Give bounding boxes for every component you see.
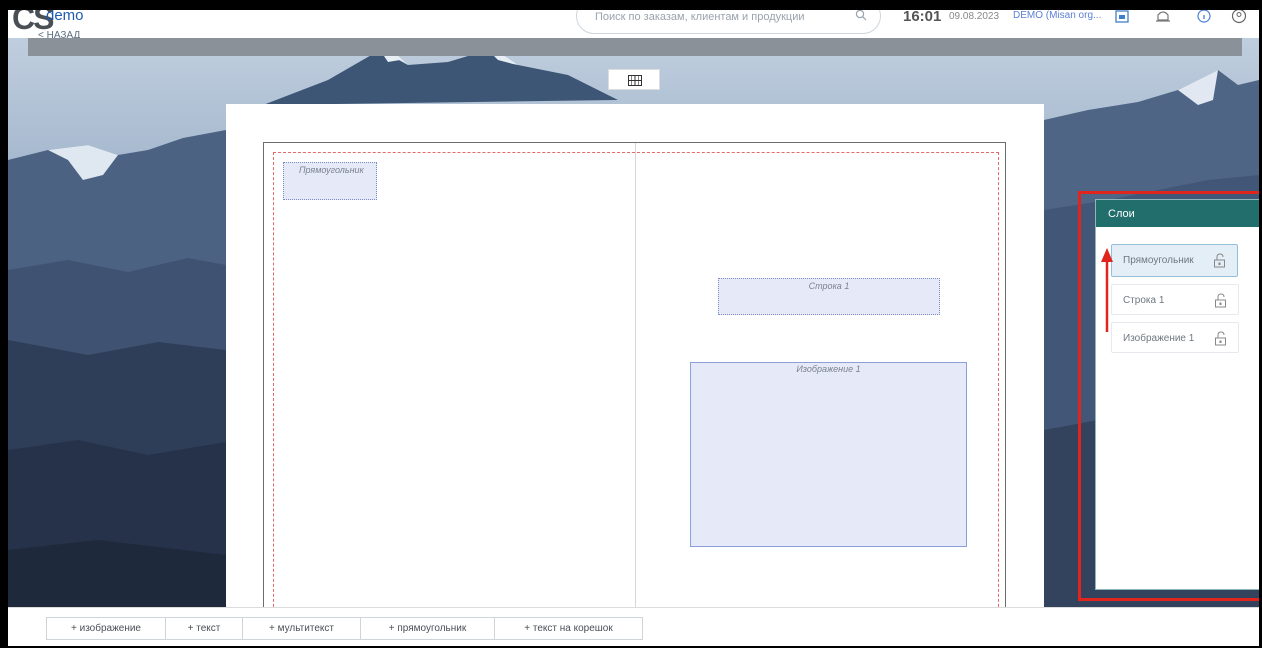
grid-toggle-button[interactable] <box>608 69 660 90</box>
bottom-toolbar: + изображение + текст + мультитекст + пр… <box>8 607 1259 646</box>
clock-date: 09.08.2023 <box>949 11 1000 22</box>
object-label: Прямоугольник <box>299 165 364 175</box>
clock-time: 16:01 <box>903 10 942 25</box>
brand-name: demo <box>46 10 84 24</box>
canvas-object-text-line[interactable]: Строка 1 <box>718 278 940 315</box>
add-rectangle-button[interactable]: + прямоугольник <box>360 617 495 640</box>
search-icon[interactable] <box>855 10 867 21</box>
add-multitext-button[interactable]: + мультитекст <box>242 617 361 640</box>
sub-toolbar-strip <box>28 38 1242 56</box>
book-spread[interactable]: Прямоугольник Строка 1 Изображение 1 <box>263 142 1006 622</box>
screen-icon[interactable] <box>1113 10 1131 24</box>
user-account-link[interactable]: DEMO (Misan org... <box>1013 10 1101 21</box>
object-label: Строка 1 <box>808 281 850 291</box>
info-icon[interactable] <box>1195 10 1213 24</box>
top-bar: CS demo < НАЗАД Поиск по заказам, клиент… <box>8 10 1259 41</box>
editor-page: Прямоугольник Строка 1 Изображение 1 <box>226 104 1044 622</box>
search-placeholder: Поиск по заказам, клиентам и продукции <box>595 11 805 23</box>
add-image-button[interactable]: + изображение <box>46 617 166 640</box>
app-window: CS demo < НАЗАД Поиск по заказам, клиент… <box>8 10 1259 646</box>
object-label: Изображение 1 <box>796 364 861 374</box>
account-icon[interactable] <box>1230 10 1248 24</box>
canvas-object-rectangle[interactable]: Прямоугольник <box>283 162 377 200</box>
canvas-object-image[interactable]: Изображение 1 <box>690 362 967 547</box>
grid-icon <box>628 75 642 86</box>
annotation-arrow-up-icon <box>1101 248 1113 332</box>
safe-zone: Прямоугольник Строка 1 Изображение 1 <box>273 152 999 622</box>
search-input[interactable]: Поиск по заказам, клиентам и продукции <box>576 10 881 34</box>
add-text-button[interactable]: + текст <box>165 617 243 640</box>
add-spine-text-button[interactable]: + текст на корешок <box>494 617 643 640</box>
bell-icon[interactable] <box>1154 10 1172 24</box>
